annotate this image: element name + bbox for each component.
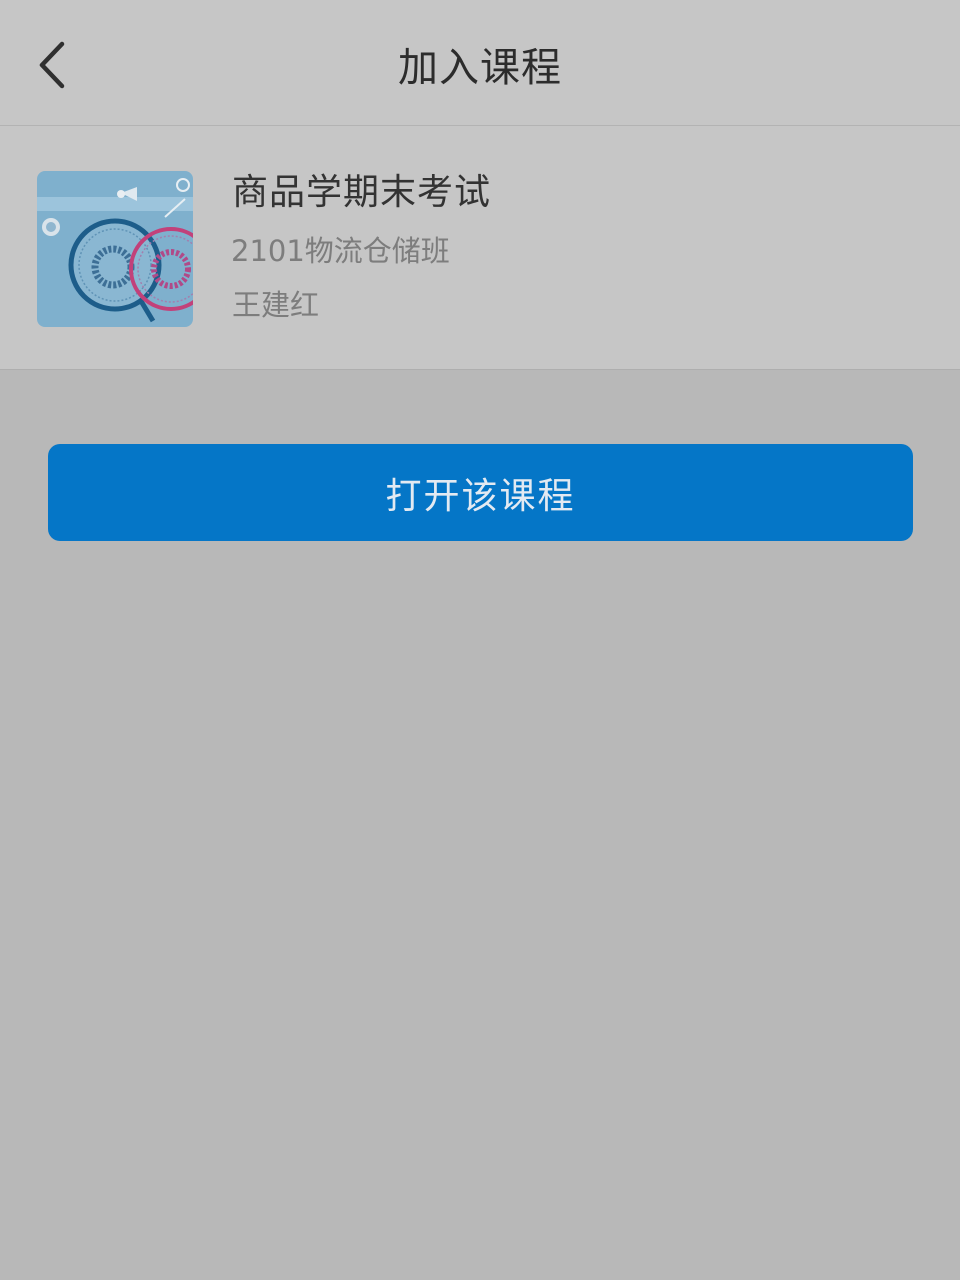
page-title: 加入课程	[398, 45, 562, 91]
course-title: 商品学期末考试	[232, 172, 492, 213]
header-bar: 加入课程	[0, 0, 960, 126]
course-card[interactable]: 商品学期末考试 2101物流仓储班 王建红	[0, 126, 960, 370]
badminton-rackets-image	[37, 171, 193, 327]
open-course-button[interactable]: 打开该课程	[48, 444, 913, 541]
course-thumbnail	[37, 171, 193, 327]
course-teacher: 王建红	[232, 288, 320, 322]
course-class-name: 2101物流仓储班	[231, 234, 450, 268]
